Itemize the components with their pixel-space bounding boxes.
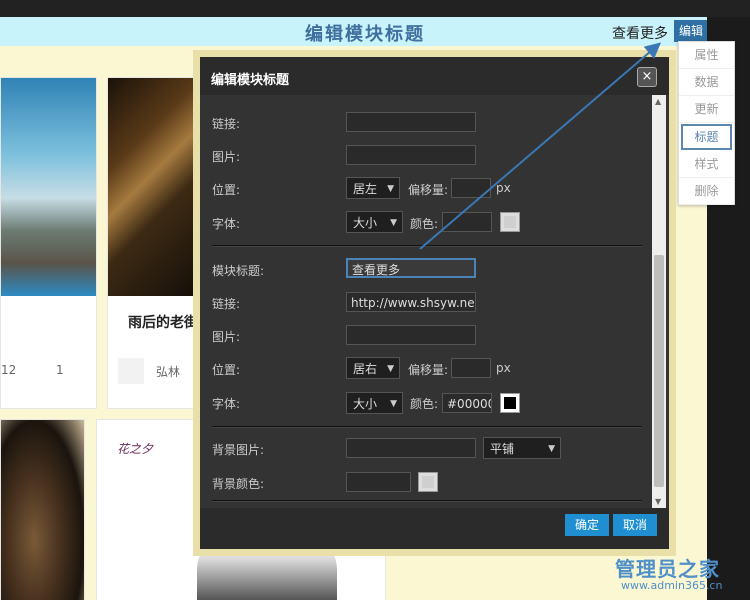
menu-item-data[interactable]: 数据	[679, 69, 734, 96]
beach-photo	[1, 78, 96, 296]
more-link[interactable]: 查看更多	[612, 23, 668, 43]
link-input[interactable]	[346, 112, 476, 132]
watermark-url: www.admin365.cn	[621, 579, 723, 592]
color-input[interactable]	[442, 212, 492, 232]
offset-label: 偏移量:	[408, 183, 449, 197]
author-name[interactable]: 弘林	[156, 363, 180, 380]
scroll-thumb[interactable]	[654, 255, 664, 487]
watermark-brand: 管理员之家	[615, 557, 720, 581]
offset-input[interactable]	[451, 358, 491, 378]
close-button[interactable]: ×	[637, 67, 657, 87]
module-title-label: 模块标题:	[212, 264, 265, 278]
color-label: 颜色:	[410, 397, 439, 411]
position-select[interactable]: 居左 ▼	[346, 177, 400, 199]
photo-card[interactable]	[0, 419, 85, 600]
menu-item-delete[interactable]: 删除	[679, 178, 734, 205]
chevron-down-icon: ▼	[548, 444, 555, 454]
image-input[interactable]	[346, 325, 476, 345]
chevron-down-icon: ▼	[387, 184, 394, 194]
menu-item-refresh[interactable]: 更新	[679, 96, 734, 123]
bg-color-input[interactable]	[346, 472, 411, 492]
dialog-panel: 编辑模块标题 × 链接: 图片: 位置: 居左 ▼ 偏移量: px 字体: 大小 ▼…	[200, 57, 669, 549]
photo-card[interactable]: 雨后的老街 弘林	[107, 77, 204, 409]
menu-item-title[interactable]: 标题	[681, 124, 732, 150]
font-label: 字体:	[212, 217, 241, 231]
font-size-select[interactable]: 大小 ▼	[346, 392, 403, 414]
view-count: 12	[1, 363, 17, 377]
dialog-title: 编辑模块标题	[211, 73, 290, 88]
like-count: 1	[56, 363, 64, 377]
top-bar	[0, 0, 750, 17]
scrollbar[interactable]: ▲ ▼	[652, 95, 666, 508]
font-size-value: 大小	[353, 397, 378, 411]
section-divider	[212, 245, 642, 247]
color-label: 颜色:	[410, 217, 439, 231]
color-swatch	[504, 216, 516, 228]
bg-color-label: 背景颜色:	[212, 477, 265, 491]
position-label: 位置:	[212, 183, 241, 197]
page-title: 编辑模块标题	[305, 24, 425, 45]
confirm-button[interactable]: 确定	[565, 514, 609, 536]
offset-input[interactable]	[451, 178, 491, 198]
module-title-bar: 编辑模块标题 查看更多 编辑	[0, 17, 707, 46]
bg-image-input[interactable]	[346, 438, 476, 458]
color-picker[interactable]	[418, 472, 438, 492]
dialog-body: 链接: 图片: 位置: 居左 ▼ 偏移量: px 字体: 大小 ▼ 颜色: 模块标题…	[200, 95, 669, 508]
color-input[interactable]: #00000	[442, 393, 492, 413]
menu-item-style[interactable]: 样式	[679, 151, 734, 178]
link-label: 链接:	[212, 297, 241, 311]
photo-card[interactable]: 12 1	[0, 77, 97, 409]
link-input[interactable]: http://www.shsyw.ne	[346, 292, 476, 312]
menu-item-properties[interactable]: 属性	[679, 42, 734, 69]
bg-image-label: 背景图片:	[212, 443, 265, 457]
offset-unit: px	[496, 181, 511, 195]
font-label: 字体:	[212, 397, 241, 411]
position-value: 居左	[353, 182, 378, 196]
link-label: 链接:	[212, 117, 241, 131]
module-context-menu: 属性 数据 更新 标题 样式 删除	[678, 41, 735, 205]
offset-unit: px	[496, 361, 511, 375]
section-divider	[212, 500, 642, 502]
image-input[interactable]	[346, 145, 476, 165]
author-avatar	[118, 358, 144, 384]
chevron-down-icon: ▼	[387, 364, 394, 374]
offset-label: 偏移量:	[408, 363, 449, 377]
card-title[interactable]: 雨后的老街	[128, 312, 198, 332]
position-select[interactable]: 居右 ▼	[346, 357, 400, 379]
image-label: 图片:	[212, 150, 241, 164]
font-size-value: 大小	[353, 216, 378, 230]
color-picker[interactable]	[500, 212, 520, 232]
scroll-down-icon[interactable]: ▼	[655, 497, 661, 506]
card-logo: 花之夕	[117, 442, 154, 456]
color-swatch	[504, 397, 516, 409]
color-picker[interactable]	[500, 393, 520, 413]
image-label: 图片:	[212, 330, 241, 344]
scroll-up-icon[interactable]: ▲	[655, 97, 661, 106]
street-photo	[108, 78, 203, 296]
chevron-down-icon: ▼	[390, 399, 397, 409]
section-divider	[212, 426, 642, 428]
eagle-photo	[1, 420, 84, 600]
cancel-button[interactable]: 取消	[613, 514, 657, 536]
edit-button[interactable]: 编辑	[674, 20, 707, 42]
font-size-select[interactable]: 大小 ▼	[346, 211, 403, 233]
position-label: 位置:	[212, 363, 241, 377]
repeat-value: 平铺	[490, 442, 515, 456]
chevron-down-icon: ▼	[390, 218, 397, 228]
module-title-input[interactable]: 查看更多	[346, 258, 476, 278]
color-swatch	[422, 476, 434, 488]
position-value: 居右	[353, 362, 378, 376]
edit-title-dialog: 编辑模块标题 × 链接: 图片: 位置: 居左 ▼ 偏移量: px 字体: 大小 ▼…	[193, 50, 676, 556]
repeat-select[interactable]: 平铺 ▼	[483, 437, 561, 459]
